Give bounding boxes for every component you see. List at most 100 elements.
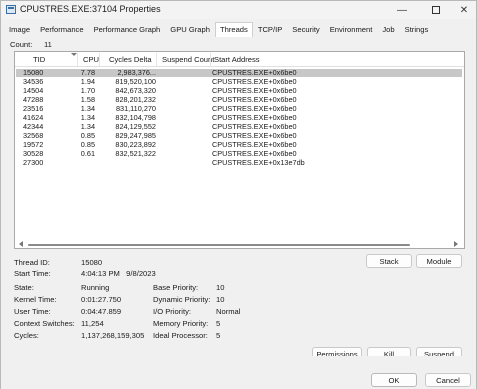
column-separator [156,53,157,66]
cell-start-address: CPUSTRES.EXE+0x6be0 [212,68,297,77]
count-label: Count: [10,40,33,49]
cell-start-address: CPUSTRES.EXE+0x6be0 [212,131,297,140]
table-row[interactable]: 19572 0.85 830,223,892 CPUSTRES.EXE+0x6b… [16,140,462,149]
close-icon: ✕ [459,4,469,16]
cell-cycles-delta: 819,520,100 [115,77,156,86]
cell-start-address: CPUSTRES.EXE+0x6be0 [212,95,297,104]
dynamic-priority-label: Dynamic Priority: [153,295,211,304]
maximize-icon [432,6,440,14]
base-priority-label: Base Priority: [153,283,199,292]
minimize-icon: — [397,4,407,16]
cell-start-address: CPUSTRES.EXE+0x6be0 [212,77,297,86]
tab-tcp-ip[interactable]: TCP/IP [253,22,287,37]
ideal-processor-value: 5 [216,331,221,340]
table-row[interactable]: 30528 0.61 832,521,322 CPUSTRES.EXE+0x6b… [16,149,462,158]
cell-cycles-delta: 831,110,270 [115,104,156,113]
cell-cpu: 1.34 [80,113,95,122]
cell-cycles-delta: 829,247,985 [115,131,156,140]
cell-start-address: CPUSTRES.EXE+0x6be0 [212,149,297,158]
cycles-value: 1,137,268,159,305 [81,331,145,340]
cell-tid: 32568 [23,131,44,140]
memory-priority-label: Memory Priority: [153,319,209,328]
state-value: Running [81,283,110,292]
cell-cycles-delta: 832,521,322 [115,149,156,158]
cell-tid: 34536 [23,77,44,86]
cell-start-address: CPUSTRES.EXE+0x6be0 [212,113,297,122]
table-row[interactable]: 15080 7.78 2,983,376... CPUSTRES.EXE+0x6… [16,68,462,77]
column-separator [99,53,100,66]
column-header-cycles-delta[interactable]: Cycles Delta [109,55,152,64]
threads-list[interactable]: TID CPU Cycles Delta Suspend Count Start… [14,51,465,249]
properties-window: CPUSTRES.EXE:37104 Properties — ✕ Image … [0,0,477,389]
maximize-button[interactable] [421,1,451,19]
tab-performance[interactable]: Performance [35,22,88,37]
cell-cpu: 1.94 [80,77,95,86]
scrollbar-thumb[interactable] [28,244,410,246]
app-window-icon [6,5,16,14]
title-bar: CPUSTRES.EXE:37104 Properties — ✕ [1,1,476,19]
table-row[interactable]: 32568 0.85 829,247,985 CPUSTRES.EXE+0x6b… [16,131,462,140]
table-row[interactable]: 23516 1.34 831,110,270 CPUSTRES.EXE+0x6b… [16,104,462,113]
cell-tid: 14504 [23,86,44,95]
memory-priority-value: 5 [216,319,221,328]
table-row[interactable]: 34536 1.94 819,520,100 CPUSTRES.EXE+0x6b… [16,77,462,86]
table-row[interactable]: 42344 1.34 824,129,552 CPUSTRES.EXE+0x6b… [16,122,462,131]
list-header: TID CPU Cycles Delta Suspend Count Start… [15,52,464,67]
column-separator [77,53,78,66]
column-header-start-address[interactable]: Start Address [214,55,260,64]
cell-cpu: 1.58 [80,95,95,104]
cell-cycles-delta: 842,673,320 [115,86,156,95]
tab-gpu-graph[interactable]: GPU Graph [165,22,215,37]
cell-cpu: 7.78 [80,68,95,77]
column-header-suspend-count[interactable]: Suspend Count [162,55,214,64]
column-header-cpu[interactable]: CPU [83,55,99,64]
table-row[interactable]: 27300 CPUSTRES.EXE+0x13e7db [16,158,462,167]
cell-start-address: CPUSTRES.EXE+0x6be0 [212,122,297,131]
cell-cycles-delta: 2,983,376... [117,68,156,77]
column-header-tid[interactable]: TID [33,55,45,64]
column-separator [210,53,211,66]
cell-cycles-delta: 824,129,552 [115,122,156,131]
cell-tid: 30528 [23,149,44,158]
table-row[interactable]: 14504 1.70 842,673,320 CPUSTRES.EXE+0x6b… [16,86,462,95]
cell-tid: 27300 [23,158,44,167]
table-row[interactable]: 41624 1.34 832,104,798 CPUSTRES.EXE+0x6b… [16,113,462,122]
cell-cycles-delta: 830,223,892 [115,140,156,149]
context-switches-value: 11,254 [81,319,104,328]
scroll-left-arrow-icon[interactable] [19,241,23,247]
start-time-value: 4:04:13 PM 9/8/2023 [81,269,156,278]
cell-tid: 41624 [23,113,44,122]
horizontal-scrollbar[interactable] [16,240,463,248]
cell-cpu: 0.61 [80,149,95,158]
io-priority-label: I/O Priority: [153,307,191,316]
stack-button[interactable]: Stack [366,254,412,268]
ok-button[interactable]: OK [371,373,417,387]
close-button[interactable]: ✕ [449,1,477,19]
scroll-right-arrow-icon[interactable] [454,241,458,247]
minimize-button[interactable]: — [387,1,417,19]
cancel-button[interactable]: Cancel [425,373,471,387]
cell-cycles-delta: 832,104,798 [115,113,156,122]
tab-environment[interactable]: Environment [325,22,378,37]
cell-tid: 19572 [23,140,44,149]
tab-security[interactable]: Security [287,22,324,37]
tab-image[interactable]: Image [4,22,35,37]
kernel-time-value: 0:01:27.750 [81,295,122,304]
kernel-time-label: Kernel Time: [14,295,57,304]
tab-strip: Image Performance Performance Graph GPU … [4,22,433,37]
cell-start-address: CPUSTRES.EXE+0x13e7db [212,158,305,167]
cell-tid: 42344 [23,122,44,131]
tab-threads[interactable]: Threads [214,22,253,37]
module-button[interactable]: Module [416,254,462,268]
table-row[interactable]: 47288 1.58 828,201,232 CPUSTRES.EXE+0x6b… [16,95,462,104]
start-time-label: Start Time: [14,269,51,278]
tab-performance-graph[interactable]: Performance Graph [89,22,166,37]
dynamic-priority-value: 10 [216,295,225,304]
tab-strings[interactable]: Strings [400,22,434,37]
tab-job[interactable]: Job [377,22,399,37]
count-value: 11 [44,40,52,49]
ideal-processor-label: Ideal Processor: [153,331,208,340]
cycles-label: Cycles: [14,331,39,340]
cell-cpu: 0.85 [80,131,95,140]
user-time-label: User Time: [14,307,51,316]
